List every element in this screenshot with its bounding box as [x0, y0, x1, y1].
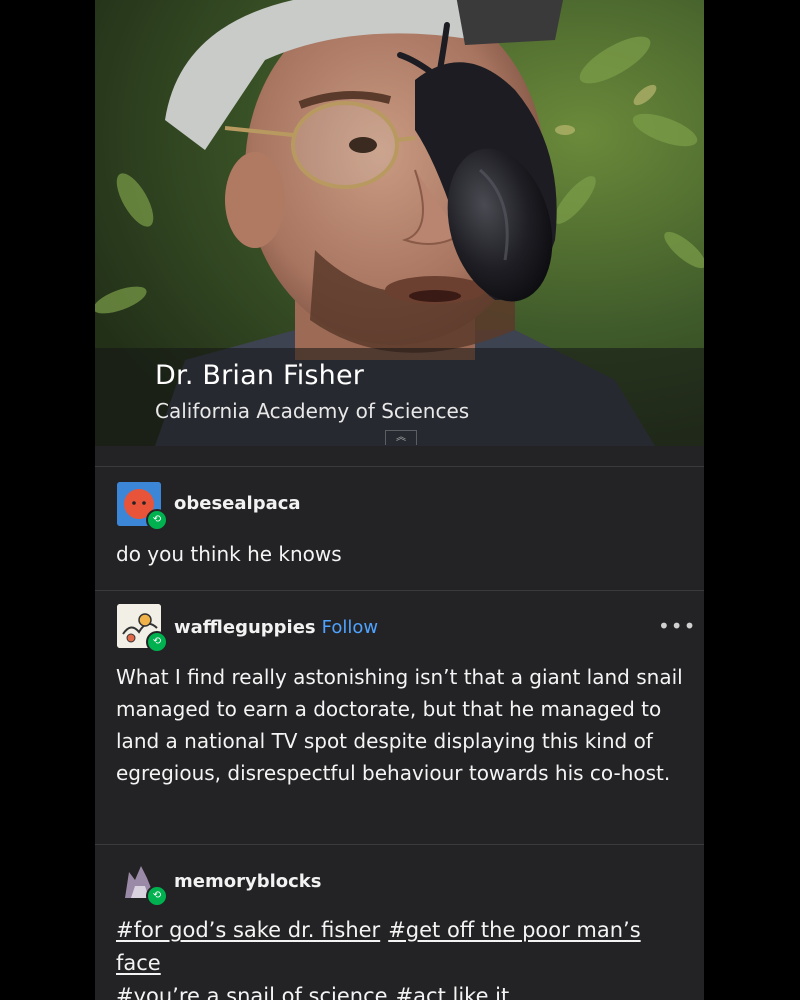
- expand-caption-icon[interactable]: ︽: [385, 430, 417, 445]
- post-username[interactable]: obesealpaca: [174, 493, 301, 514]
- tag-link[interactable]: #act like it: [396, 984, 510, 1000]
- tag-link[interactable]: #for god’s sake dr. fisher: [116, 918, 380, 942]
- caption-organization: California Academy of Sciences: [155, 399, 470, 423]
- follow-button[interactable]: Follow: [322, 617, 378, 638]
- post-text: What I find really astonishing isn’t tha…: [116, 665, 683, 785]
- tag-list: #for god’s sake dr. fisher #get off the p…: [116, 914, 686, 1000]
- reblog-icon: ⟲: [146, 885, 168, 907]
- divider: [95, 590, 704, 591]
- divider: [95, 466, 704, 467]
- post-username[interactable]: waffleguppies Follow: [174, 617, 378, 638]
- reblog-icon: ⟲: [146, 631, 168, 653]
- post-text: do you think he knows: [116, 542, 342, 566]
- video-frame[interactable]: Dr. Brian Fisher California Academy of S…: [95, 0, 704, 446]
- post-username-text[interactable]: waffleguppies: [174, 617, 316, 638]
- divider: [95, 844, 704, 845]
- post-username[interactable]: memoryblocks: [174, 871, 321, 892]
- reblog-icon: ⟲: [146, 509, 168, 531]
- caption-name: Dr. Brian Fisher: [155, 360, 365, 391]
- more-options-icon[interactable]: •••: [658, 614, 696, 638]
- post-container: Dr. Brian Fisher California Academy of S…: [95, 0, 704, 1000]
- tag-link[interactable]: #you’re a snail of science: [116, 984, 388, 1000]
